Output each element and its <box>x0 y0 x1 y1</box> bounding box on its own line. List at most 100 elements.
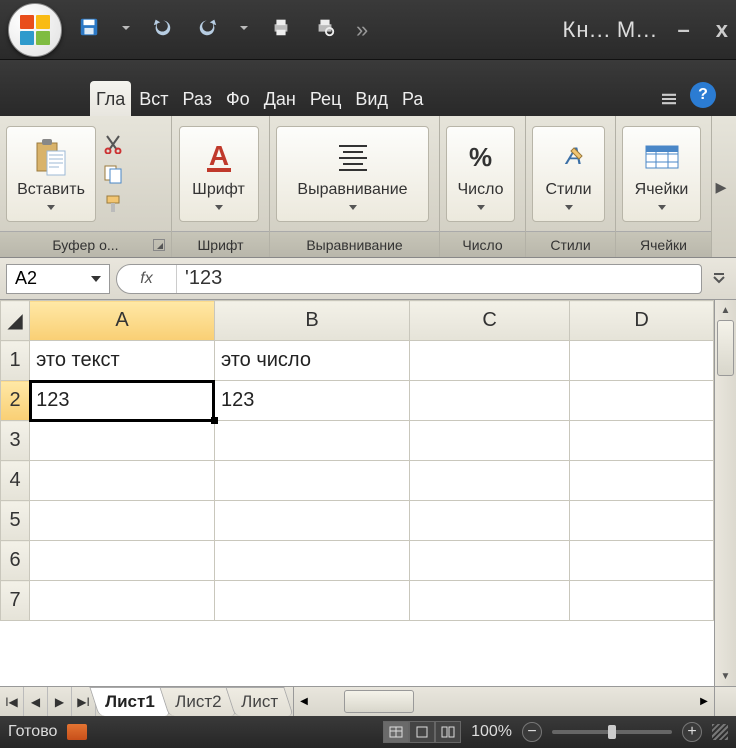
tab-view[interactable]: Вид <box>349 81 394 116</box>
cell[interactable] <box>410 421 570 461</box>
tab-pagelayout[interactable]: Раз <box>177 81 218 116</box>
row-header[interactable]: 7 <box>1 581 30 621</box>
cell[interactable] <box>570 501 714 541</box>
cell[interactable] <box>410 501 570 541</box>
cell[interactable] <box>570 381 714 421</box>
row-header[interactable]: 3 <box>1 421 30 461</box>
sheet-tab[interactable]: Лист1 <box>89 687 170 716</box>
cell[interactable]: это число <box>214 341 409 381</box>
copy-icon[interactable] <box>102 163 124 185</box>
cell[interactable] <box>570 541 714 581</box>
sheet-tab[interactable]: Лист2 <box>159 687 237 716</box>
qat-dropdown-icon[interactable] <box>240 26 248 34</box>
office-button[interactable] <box>8 3 62 57</box>
save-icon[interactable] <box>78 16 100 43</box>
tab-developer[interactable]: Ра <box>396 81 429 116</box>
zoom-out-icon[interactable]: − <box>522 722 542 742</box>
font-button[interactable]: A Шрифт <box>179 126 259 222</box>
close-button[interactable]: x <box>716 17 728 43</box>
qat-overflow-icon[interactable]: » <box>356 17 368 43</box>
page-break-view-icon[interactable] <box>435 721 461 743</box>
paste-button[interactable]: Вставить <box>6 126 96 222</box>
styles-button[interactable]: A Стили <box>532 126 605 222</box>
column-header[interactable]: C <box>410 301 570 341</box>
cells-button[interactable]: Ячейки <box>622 126 701 222</box>
cell[interactable] <box>570 461 714 501</box>
scroll-left-icon[interactable]: ◀ <box>294 687 314 716</box>
row-header[interactable]: 2 <box>1 381 30 421</box>
row-header[interactable]: 4 <box>1 461 30 501</box>
name-box-dropdown-icon[interactable] <box>91 276 101 282</box>
page-layout-view-icon[interactable] <box>409 721 435 743</box>
column-header[interactable]: D <box>570 301 714 341</box>
zoom-level[interactable]: 100% <box>471 723 512 741</box>
prev-sheet-icon[interactable]: ◀ <box>24 687 48 716</box>
alignment-button[interactable]: Выравнивание <box>276 126 429 222</box>
select-all-corner[interactable]: ◢ <box>1 301 30 341</box>
first-sheet-icon[interactable]: I◀ <box>0 687 24 716</box>
undo-icon[interactable] <box>152 16 174 43</box>
help-icon[interactable]: ? <box>690 82 716 108</box>
cell[interactable] <box>30 461 215 501</box>
cell[interactable] <box>30 581 215 621</box>
scrollbar-thumb[interactable] <box>344 690 414 713</box>
redo-icon[interactable] <box>196 16 218 43</box>
cell[interactable] <box>570 581 714 621</box>
column-header[interactable]: A <box>30 301 215 341</box>
row-header[interactable]: 5 <box>1 501 30 541</box>
next-sheet-icon[interactable]: ▶ <box>48 687 72 716</box>
formula-input[interactable]: fx '123 <box>116 264 702 294</box>
scroll-down-icon[interactable]: ▼ <box>715 666 736 686</box>
tab-review[interactable]: Рец <box>304 81 348 116</box>
cell[interactable] <box>30 501 215 541</box>
cell[interactable] <box>214 541 409 581</box>
cell[interactable] <box>410 341 570 381</box>
cell[interactable] <box>410 581 570 621</box>
fx-icon[interactable]: fx <box>117 265 177 293</box>
tab-insert[interactable]: Вст <box>133 81 174 116</box>
cell[interactable] <box>214 501 409 541</box>
cell[interactable] <box>410 381 570 421</box>
print-preview-icon[interactable] <box>314 16 336 43</box>
cell[interactable] <box>214 461 409 501</box>
cell-selected[interactable]: 123 <box>30 381 215 421</box>
format-painter-icon[interactable] <box>102 193 124 215</box>
name-box[interactable]: A2 <box>6 264 110 294</box>
scrollbar-thumb[interactable] <box>717 320 734 376</box>
row-header[interactable]: 1 <box>1 341 30 381</box>
vertical-scrollbar[interactable]: ▲ ▼ <box>714 300 736 686</box>
cell[interactable]: 123 <box>214 381 409 421</box>
cell[interactable] <box>410 461 570 501</box>
worksheet-grid[interactable]: ◢ A B C D 1 это текст это число 2 123 12… <box>0 300 714 686</box>
cell[interactable] <box>410 541 570 581</box>
quick-print-icon[interactable] <box>270 16 292 43</box>
scroll-right-icon[interactable]: ▶ <box>694 687 714 716</box>
sheet-tab[interactable]: Лист <box>225 687 293 716</box>
scroll-up-icon[interactable]: ▲ <box>715 300 736 320</box>
number-button[interactable]: % Число <box>446 126 515 222</box>
column-header[interactable]: B <box>214 301 409 341</box>
tab-formulas[interactable]: Фо <box>220 81 256 116</box>
ribbon-overflow-icon[interactable]: ▸ <box>712 116 730 257</box>
macro-record-icon[interactable] <box>67 724 87 740</box>
minimize-button[interactable]: – <box>678 17 690 43</box>
cell[interactable]: это текст <box>30 341 215 381</box>
horizontal-scrollbar[interactable]: ◀ ▶ <box>293 687 714 716</box>
cell[interactable] <box>30 541 215 581</box>
qat-dropdown-icon[interactable] <box>122 26 130 34</box>
normal-view-icon[interactable] <box>383 721 409 743</box>
row-header[interactable]: 6 <box>1 541 30 581</box>
cell[interactable] <box>214 581 409 621</box>
resize-grip-icon[interactable] <box>712 724 728 740</box>
tab-data[interactable]: Дан <box>258 81 302 116</box>
cell[interactable] <box>30 421 215 461</box>
tab-home[interactable]: Гла <box>90 81 131 116</box>
cut-icon[interactable] <box>102 133 124 155</box>
cell[interactable] <box>214 421 409 461</box>
ribbon-menu-icon[interactable] <box>662 92 676 106</box>
zoom-in-icon[interactable]: + <box>682 722 702 742</box>
dialog-launcher-icon[interactable] <box>153 239 165 251</box>
cell[interactable] <box>570 421 714 461</box>
zoom-slider[interactable] <box>552 730 672 734</box>
expand-formula-bar-icon[interactable] <box>708 268 730 290</box>
